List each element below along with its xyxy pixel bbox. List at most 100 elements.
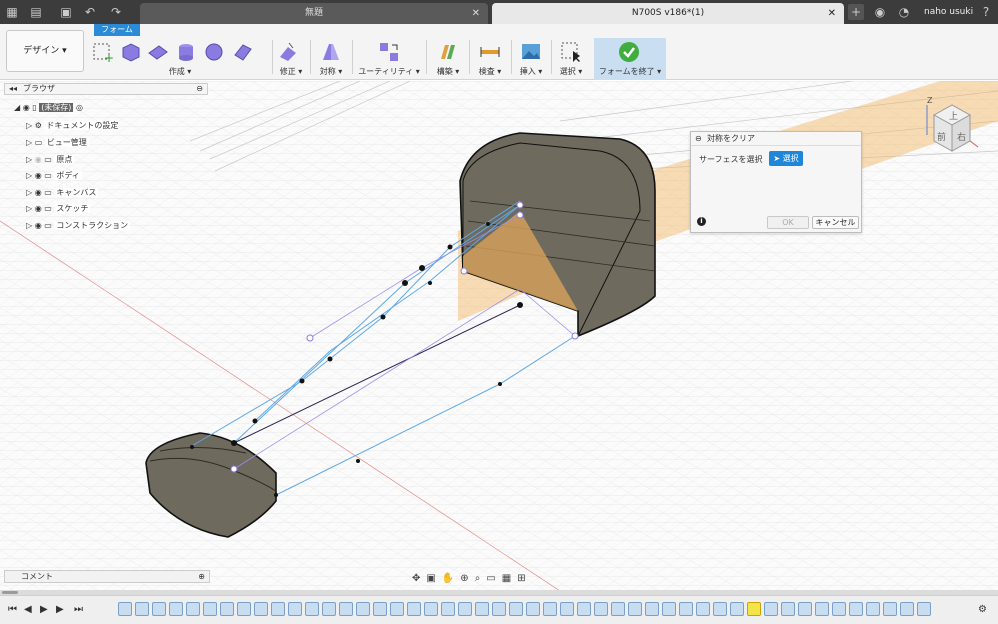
timeline-feature[interactable] <box>815 602 829 616</box>
browser-item-document-settings[interactable]: ▷ ⚙ ドキュメントの設定 <box>26 119 121 133</box>
tab-form[interactable]: フォーム <box>94 24 140 36</box>
timeline-feature[interactable] <box>220 602 234 616</box>
look-at-icon[interactable]: ▣ <box>426 573 435 584</box>
browser-header[interactable]: ◂◂ ブラウザ ⊖ <box>4 83 208 95</box>
workspace-switcher[interactable]: デザイン ▾ <box>6 30 84 72</box>
eye-icon[interactable]: ◉ <box>35 188 42 197</box>
timeline-feature[interactable] <box>339 602 353 616</box>
close-tab-icon[interactable]: ✕ <box>472 3 480 24</box>
box-icon[interactable] <box>118 40 142 64</box>
save-icon[interactable]: ▣ <box>58 4 74 20</box>
timeline-feature[interactable] <box>764 602 778 616</box>
info-icon[interactable]: i <box>697 217 706 226</box>
timeline-feature[interactable] <box>186 602 200 616</box>
timeline-feature[interactable] <box>611 602 625 616</box>
timeline-feature[interactable] <box>237 602 251 616</box>
insert-group[interactable]: 挿入 ▾ <box>514 36 548 78</box>
panel-menu-icon[interactable]: ⊖ <box>196 84 203 94</box>
timeline-feature[interactable] <box>543 602 557 616</box>
timeline-feature[interactable] <box>849 602 863 616</box>
timeline-feature[interactable] <box>645 602 659 616</box>
activate-icon[interactable]: ◎ <box>76 103 83 112</box>
browser-item-canvases[interactable]: ▷ ◉ ▭ キャンバス <box>26 186 99 200</box>
view-cube[interactable]: Z 上 前 右 <box>924 95 982 165</box>
play-icon[interactable]: ▶ <box>40 604 48 615</box>
timeline-feature[interactable] <box>662 602 676 616</box>
display-settings-icon[interactable]: ▭ <box>486 573 495 584</box>
timeline-feature[interactable] <box>509 602 523 616</box>
viewcube-top-label[interactable]: 上 <box>949 111 958 122</box>
timeline-feature[interactable] <box>628 602 642 616</box>
construct-icon[interactable] <box>436 40 460 64</box>
dialog-title-bar[interactable]: ⊖ 対称をクリア <box>691 132 861 146</box>
timeline-feature[interactable] <box>866 602 880 616</box>
timeline-settings-icon[interactable]: ⚙ <box>978 604 987 615</box>
eye-icon[interactable]: ◉ <box>35 204 42 213</box>
tab-active-document[interactable]: N700S v186*(1) ✕ <box>492 3 844 24</box>
step-back-icon[interactable]: ◀ <box>24 604 32 615</box>
help-icon[interactable]: ? <box>978 4 994 20</box>
timeline-feature[interactable] <box>390 602 404 616</box>
undo-icon[interactable]: ↶ <box>82 4 98 20</box>
timeline-feature[interactable] <box>288 602 302 616</box>
timeline-feature[interactable] <box>492 602 506 616</box>
timeline-feature[interactable] <box>560 602 574 616</box>
grid-settings-icon[interactable]: ▦ <box>502 573 511 584</box>
plane-icon[interactable] <box>146 40 170 64</box>
viewports-icon[interactable]: ⊞ <box>517 573 525 584</box>
construct-group[interactable]: 構築 ▾ <box>430 36 466 78</box>
browser-root[interactable]: ◢ ◉ ▯ (未保存) ◎ <box>14 101 83 115</box>
cancel-button[interactable]: キャンセル <box>812 216 859 229</box>
apps-grid-icon[interactable]: ▦ <box>4 4 20 20</box>
viewcube-front-label[interactable]: 前 <box>937 131 946 143</box>
browser-item-construction[interactable]: ▷ ◉ ▭ コンストラクション <box>26 219 131 233</box>
timeline-feature[interactable] <box>900 602 914 616</box>
timeline-feature[interactable] <box>441 602 455 616</box>
quadball-icon[interactable] <box>230 40 254 64</box>
timeline-feature[interactable] <box>713 602 727 616</box>
select-icon[interactable] <box>559 40 583 64</box>
timeline-feature[interactable] <box>322 602 336 616</box>
collapse-arrow-icon[interactable]: ◢ <box>14 103 20 112</box>
timeline-feature[interactable] <box>203 602 217 616</box>
timeline-feature[interactable] <box>152 602 166 616</box>
timeline-feature[interactable] <box>798 602 812 616</box>
symmetry-icon[interactable] <box>319 40 343 64</box>
timeline-feature[interactable] <box>254 602 268 616</box>
cylinder-icon[interactable] <box>174 40 198 64</box>
step-forward-icon[interactable]: ▶ <box>56 604 64 615</box>
create-group[interactable]: + 作成 ▾ <box>90 36 270 78</box>
timeline-feature[interactable] <box>305 602 319 616</box>
timeline-feature[interactable] <box>169 602 183 616</box>
timeline-feature[interactable] <box>747 602 761 616</box>
browser-item-bodies[interactable]: ▷ ◉ ▭ ボディ <box>26 169 82 183</box>
go-to-start-icon[interactable]: ⏮ <box>8 604 17 615</box>
select-group[interactable]: 選択 ▾ <box>554 36 588 78</box>
finish-form-button[interactable]: フォームを終了 ▾ <box>594 38 666 80</box>
timeline-feature[interactable] <box>577 602 591 616</box>
sphere-icon[interactable] <box>202 40 226 64</box>
select-surface-button[interactable]: ➤ 選択 <box>769 151 803 166</box>
timeline-feature[interactable] <box>458 602 472 616</box>
timeline-feature[interactable] <box>475 602 489 616</box>
inspect-group[interactable]: 検査 ▾ <box>472 36 508 78</box>
new-tab-icon[interactable]: + <box>848 4 864 20</box>
eye-hidden-icon[interactable]: ◉ <box>35 155 42 164</box>
tab-untitled[interactable]: 無題 ✕ <box>140 3 488 24</box>
browser-item-named-views[interactable]: ▷ ▭ ビュー管理 <box>26 136 89 150</box>
insert-image-icon[interactable] <box>519 40 543 64</box>
scroll-thumb[interactable] <box>2 591 18 594</box>
orbit-icon[interactable]: ✥ <box>412 573 420 584</box>
user-name[interactable]: naho usuki <box>924 0 973 24</box>
close-tab-icon[interactable]: ✕ <box>828 3 836 24</box>
zoom-icon[interactable]: ⊕ <box>460 573 468 584</box>
timeline-feature[interactable] <box>679 602 693 616</box>
redo-icon[interactable]: ↷ <box>108 4 124 20</box>
timeline-feature[interactable] <box>696 602 710 616</box>
browser-item-sketches[interactable]: ▷ ◉ ▭ スケッチ <box>26 202 91 216</box>
timeline-feature[interactable] <box>594 602 608 616</box>
timeline-feature[interactable] <box>781 602 795 616</box>
timeline-feature[interactable] <box>373 602 387 616</box>
timeline-feature[interactable] <box>730 602 744 616</box>
timeline-feature[interactable] <box>135 602 149 616</box>
